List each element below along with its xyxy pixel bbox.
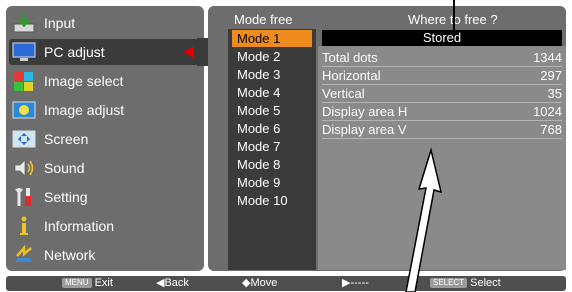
menu-item-screen[interactable]: Screen	[6, 126, 204, 152]
menu-item-label: Image select	[44, 73, 124, 89]
detail-row-display-area-v: Display area V 768	[322, 121, 562, 139]
menu-item-image-select[interactable]: Image select	[6, 68, 204, 94]
menu-item-label: Sound	[44, 160, 85, 176]
input-icon	[12, 12, 36, 34]
detail-label: Horizontal	[322, 68, 381, 83]
menu-item-label: Information	[44, 218, 115, 234]
detail-label: Display area V	[322, 122, 407, 137]
guide-next: ▶-----	[342, 277, 369, 289]
osd-frame: Input PC adjust Image select Image adjus…	[0, 0, 572, 292]
select-key-badge: SELECT	[430, 278, 468, 289]
menu-item-information[interactable]: Information	[6, 213, 204, 239]
detail-row-display-area-h: Display area H 1024	[322, 103, 562, 121]
detail-value: 1344	[533, 50, 562, 65]
mode-item-6[interactable]: Mode 6	[232, 120, 312, 137]
detail-label: Display area H	[322, 104, 408, 119]
detail-row-total-dots: Total dots 1344	[322, 49, 562, 67]
menu-key-badge: MENU	[62, 278, 92, 289]
mode-item-1[interactable]: Mode 1	[232, 30, 312, 47]
guide-move: ◆Move	[242, 277, 278, 289]
mode-item-8[interactable]: Mode 8	[232, 156, 312, 173]
menu-item-label: Screen	[44, 131, 89, 147]
mode-item-10[interactable]: Mode 10	[232, 192, 312, 209]
menu-item-label: Input	[44, 15, 76, 31]
menu-item-label: Setting	[44, 189, 88, 205]
guide-select: SELECT Select	[430, 277, 501, 290]
main-menu: Input PC adjust Image select Image adjus…	[6, 6, 204, 271]
detail-value: 1024	[533, 104, 562, 119]
menu-item-setting[interactable]: Setting	[6, 184, 204, 210]
where-to-free-header: Where to free ?	[408, 12, 498, 27]
menu-item-pc-adjust[interactable]: PC adjust	[9, 39, 201, 65]
detail-row-horizontal: Horizontal 297	[322, 67, 562, 85]
setting-icon	[12, 186, 36, 208]
menu-item-label: PC adjust	[44, 44, 105, 60]
menu-item-network[interactable]: Network	[6, 242, 204, 268]
guide-select-label: Select	[470, 277, 501, 289]
mode-item-3[interactable]: Mode 3	[232, 66, 312, 83]
stored-status-bar[interactable]: Stored	[322, 30, 562, 46]
menu-item-label: Network	[44, 247, 96, 263]
screen-icon	[12, 128, 36, 150]
mode-item-4[interactable]: Mode 4	[232, 84, 312, 101]
detail-label: Vertical	[322, 86, 365, 101]
guide-exit: MENU Exit	[62, 277, 113, 290]
menu-item-input[interactable]: Input	[6, 10, 204, 36]
menu-item-sound[interactable]: Sound	[6, 155, 204, 181]
network-icon	[12, 244, 36, 266]
image-adjust-icon	[12, 99, 36, 121]
detail-label: Total dots	[322, 50, 378, 65]
guide-bar: MENU Exit ◀Back ◆Move ▶----- SELECT Select	[6, 276, 566, 291]
detail-row-vertical: Vertical 35	[322, 85, 562, 103]
menu-item-label: Image adjust	[44, 102, 125, 118]
guide-exit-label: Exit	[94, 277, 113, 289]
image-select-icon	[12, 70, 36, 92]
menu-item-image-adjust[interactable]: Image adjust	[6, 97, 204, 123]
selected-arrow-icon	[183, 46, 194, 58]
mode-free-header: Mode free	[234, 12, 293, 27]
sound-icon	[12, 157, 36, 179]
detail-value: 35	[547, 86, 562, 101]
detail-value: 768	[540, 122, 562, 137]
information-icon	[12, 215, 36, 237]
guide-back: ◀Back	[156, 277, 189, 289]
mode-item-5[interactable]: Mode 5	[232, 102, 312, 119]
detail-value: 297	[540, 68, 562, 83]
mode-item-7[interactable]: Mode 7	[232, 138, 312, 155]
pc-adjust-icon	[12, 41, 36, 63]
mode-item-2[interactable]: Mode 2	[232, 48, 312, 65]
mode-item-9[interactable]: Mode 9	[232, 174, 312, 191]
